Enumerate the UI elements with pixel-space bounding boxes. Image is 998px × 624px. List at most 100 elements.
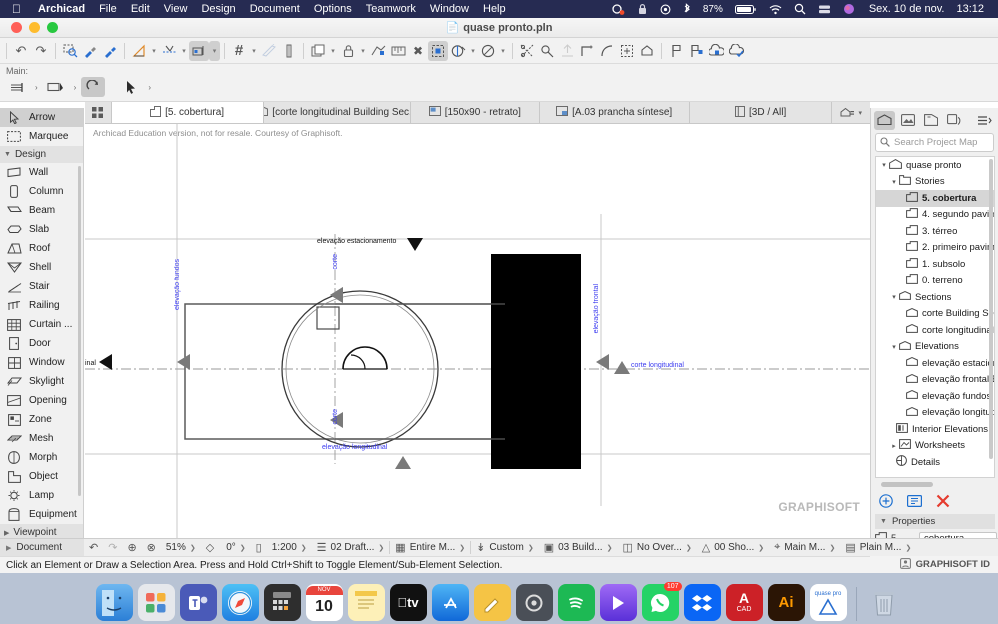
grid-snap-icon[interactable]: # (229, 41, 249, 61)
gravity-icon[interactable] (259, 41, 279, 61)
settings-dock-icon[interactable] (516, 584, 553, 621)
toolbox-item-arrow[interactable]: Arrow (0, 108, 83, 127)
tab-grid-icon[interactable] (85, 102, 112, 123)
toolbox-item-opening[interactable]: Opening (0, 391, 83, 410)
tree-item-corte-building-section[interactable]: corte Building Sec (876, 306, 994, 323)
apple-icon[interactable]:  (0, 3, 31, 15)
twisty-icon[interactable]: ▸ (889, 442, 899, 450)
pen-set-icon[interactable]: ✖ (408, 41, 428, 61)
split-icon[interactable] (517, 41, 537, 61)
menu-edit[interactable]: Edit (124, 3, 157, 15)
toolbox-item-railing[interactable]: Railing (0, 296, 83, 315)
toolbox-item-window[interactable]: Window (0, 353, 83, 372)
chevron-right-icon[interactable]: › (32, 83, 41, 92)
toolbox-item-wall[interactable]: Wall (0, 163, 83, 182)
chevron-down-icon[interactable]: ▾ (858, 109, 862, 117)
model-view-options-dropdown[interactable]: ▣ 03 Build... ❯ (539, 541, 618, 554)
dimension-style-dropdown[interactable]: ⌖ Main M... ❯ (769, 541, 840, 554)
measurement-units-icon[interactable] (388, 41, 408, 61)
menu-design[interactable]: Design (194, 3, 242, 15)
wifi-icon[interactable] (763, 4, 788, 15)
twisty-icon[interactable]: ▾ (879, 161, 889, 169)
layer-combination-dropdown[interactable]: ☰ 02 Draft... ❯ (312, 541, 390, 554)
chevron-down-icon[interactable]: ▾ (498, 47, 508, 55)
toolbox-item-marquee[interactable]: Marquee (0, 127, 83, 146)
model-view-options-icon[interactable] (428, 41, 448, 61)
search-icon[interactable] (788, 3, 812, 15)
appstore-dock-icon[interactable] (432, 584, 469, 621)
floorplan-canvas[interactable]: Archicad Education version, not for resa… (85, 124, 870, 538)
toolbox-item-mesh[interactable]: Mesh (0, 429, 83, 448)
tree-item-0-terreno[interactable]: 0. terreno (876, 273, 994, 290)
whatsapp-dock-icon[interactable]: 107 (642, 584, 679, 621)
safari-dock-icon[interactable] (222, 584, 259, 621)
finder-dock-icon[interactable] (96, 584, 133, 621)
chevron-down-icon[interactable]: ▾ (149, 47, 159, 55)
tree-scrollbar[interactable] (989, 159, 993, 459)
partial-structure-dropdown[interactable]: ▤ Plain M... ❯ (840, 541, 916, 554)
tree-item-interior-elevations[interactable]: Interior Elevations (876, 421, 994, 438)
launchpad-dock-icon[interactable] (138, 584, 175, 621)
check-model-icon[interactable] (726, 41, 746, 61)
menu-archicad[interactable]: Archicad (31, 3, 92, 15)
tree-item-quase-pronto[interactable]: ▾ quase pronto (876, 157, 994, 174)
toolbox-header-viewpoint[interactable]: ▶ Viewpoint (0, 524, 83, 538)
corte-bottom-marker[interactable]: corte (332, 409, 339, 425)
toolbox-item-door[interactable]: Door (0, 334, 83, 353)
pen-set-dropdown[interactable]: ↡ Custom ❯ (471, 541, 539, 554)
bimcloud-icon[interactable] (706, 41, 726, 61)
tree-item-corte-longitudinal[interactable]: corte longitudinal (876, 322, 994, 339)
menu-view[interactable]: View (157, 3, 195, 15)
chevron-down-icon[interactable]: ▾ (179, 47, 189, 55)
chevron-down-icon[interactable]: ▾ (249, 47, 259, 55)
tree-item-elevacao-frontal[interactable]: elevação frontal El (876, 372, 994, 389)
teams-dock-icon[interactable] (180, 584, 217, 621)
control-center-icon[interactable] (654, 4, 677, 15)
arrow-quick-tool[interactable] (119, 77, 143, 97)
tree-item-elevacao-fundos[interactable]: elevação fundos E (876, 388, 994, 405)
elevation-snap-icon[interactable] (189, 41, 209, 61)
redo-icon[interactable]: ↷ (31, 41, 51, 61)
redo-zoom-button[interactable]: ↷ (103, 541, 122, 554)
chevron-down-icon[interactable]: ▾ (328, 47, 338, 55)
elevacao-estacionamento-marker[interactable]: elevação estacionamento (317, 238, 396, 245)
screen-record-icon[interactable] (606, 4, 631, 15)
toolbox-item-equipment[interactable]: Equipment (0, 505, 83, 524)
orientation-dropdown[interactable]: ◇ 0° ❯ (201, 541, 251, 554)
tab-a03-prancha-sintese[interactable]: [A.03 prancha síntese] (540, 102, 690, 123)
add-viewpoint-button[interactable] (879, 494, 893, 511)
spotify-dock-icon[interactable] (558, 584, 595, 621)
dimension-snap-icon[interactable] (159, 41, 179, 61)
appletv-dock-icon[interactable]: tv (390, 584, 427, 621)
toolbox-item-column[interactable]: Column (0, 182, 83, 201)
siri-icon[interactable] (837, 3, 861, 15)
toolbox-item-stair[interactable]: Stair (0, 277, 83, 296)
autocad-dock-icon[interactable]: A CAD (726, 584, 763, 621)
layer-icon[interactable] (308, 41, 328, 61)
tab-150x90-retrato[interactable]: [150x90 - retrato] (411, 102, 540, 123)
multiply-icon[interactable] (617, 41, 637, 61)
magic-wand-icon[interactable] (279, 41, 299, 61)
tree-item-sections[interactable]: ▾ Sections (876, 289, 994, 306)
elevacao-frontal-marker[interactable]: elevação frontal (593, 284, 600, 333)
chevron-right-icon[interactable]: › (71, 83, 80, 92)
elevacao-longitudinal-marker[interactable]: elevação longitudinal (322, 444, 387, 451)
illustrator-dock-icon[interactable]: Ai (768, 584, 805, 621)
twisty-icon[interactable]: ▾ (889, 343, 899, 351)
menu-options[interactable]: Options (307, 3, 359, 15)
battery-icon[interactable] (729, 4, 763, 15)
display-icon[interactable] (812, 4, 837, 15)
chevron-down-icon[interactable]: ▾ (358, 47, 368, 55)
toolbox-item-morph[interactable]: Morph (0, 448, 83, 467)
twisty-icon[interactable]: ▾ (889, 178, 899, 186)
toolbox-item-shell[interactable]: Shell (0, 258, 83, 277)
viewpoint-settings-button[interactable] (907, 495, 922, 510)
trace-reference-icon[interactable] (368, 41, 388, 61)
publish-flag-icon[interactable] (666, 41, 686, 61)
tree-item-5-cobertura[interactable]: 5. cobertura (876, 190, 994, 207)
offset-icon[interactable] (577, 41, 597, 61)
properties-header[interactable]: ▼ Properties (875, 514, 995, 529)
navigator-menu-button[interactable] (974, 111, 995, 130)
project-map-tab[interactable] (874, 111, 895, 130)
adjust-icon[interactable] (557, 41, 577, 61)
